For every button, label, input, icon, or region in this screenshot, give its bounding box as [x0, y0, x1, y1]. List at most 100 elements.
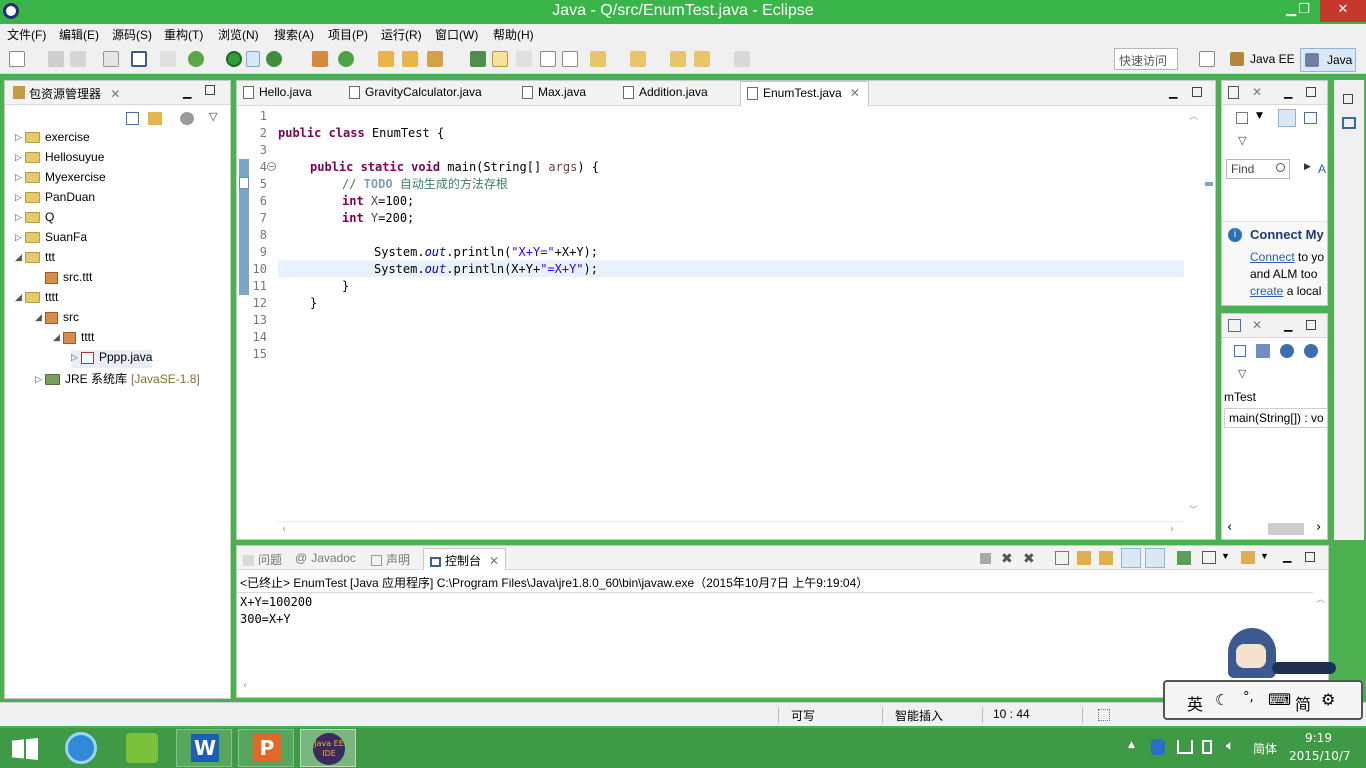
network-icon[interactable] [1177, 740, 1193, 754]
ime-english-mode[interactable]: 英 [1187, 691, 1203, 715]
menu-window[interactable]: 窗口(W) [435, 26, 478, 43]
outline-method[interactable]: main(String[]) : vo [1224, 408, 1328, 428]
console-tab[interactable]: 控制台 ✕ [423, 548, 507, 570]
block-select-icon[interactable] [516, 51, 532, 67]
tree-item[interactable]: ◢ src [35, 310, 79, 328]
expand-arrow-icon[interactable]: ▷ [71, 352, 81, 363]
dropdown-arrow-icon[interactable]: ▼ [1256, 111, 1263, 121]
next-annotation-icon[interactable] [590, 51, 606, 67]
quick-access-input[interactable]: 快速访问 [1114, 48, 1178, 70]
close-tab-icon[interactable]: ✕ [489, 554, 499, 568]
search-tool-icon[interactable] [427, 51, 443, 67]
scroll-right-icon[interactable]: › [1316, 520, 1321, 535]
menu-source[interactable]: 源码(S) [112, 26, 152, 43]
run-dropdown-icon[interactable] [246, 51, 260, 67]
expand-arrow-icon[interactable]: ▷ [15, 232, 25, 243]
terminal-icon[interactable] [131, 51, 147, 67]
tree-item[interactable]: ▷ SuanFa [15, 230, 87, 248]
binary-icon[interactable] [103, 51, 119, 67]
menu-run[interactable]: 运行(R) [381, 26, 422, 43]
filter-icon[interactable] [180, 112, 194, 125]
tree-item[interactable]: src.ttt [35, 270, 92, 288]
dropdown-arrow-icon[interactable]: ▼ [1221, 551, 1230, 561]
maximize-view-icon[interactable] [1306, 320, 1316, 330]
scroll-left-icon[interactable]: ‹ [282, 524, 286, 535]
tree-item[interactable]: ▷ exercise [15, 130, 90, 148]
tree-item[interactable]: ▷ Pppp.java [71, 350, 153, 368]
show-whitespace-icon[interactable] [540, 51, 556, 67]
scroll-down-icon[interactable]: ﹀ [1189, 503, 1198, 516]
collapse-icon[interactable] [1304, 112, 1317, 124]
windows-start-icon[interactable] [12, 738, 38, 760]
last-edit-icon[interactable] [670, 51, 686, 67]
scroll-thumb[interactable] [1268, 523, 1304, 535]
expand-arrow-icon[interactable]: ▷ [15, 212, 25, 223]
new-server-icon[interactable] [312, 51, 328, 67]
open-type-icon[interactable] [378, 51, 394, 67]
view-menu-icon[interactable]: ▽ [1238, 367, 1246, 380]
close-tab-icon[interactable]: ✕ [850, 86, 860, 100]
tree-item[interactable]: ▷ Q [15, 210, 54, 228]
scroll-left-icon[interactable]: ‹ [1227, 520, 1232, 535]
task-list-icon[interactable] [1228, 86, 1239, 99]
tab-addition-java[interactable]: Addition.java [617, 81, 716, 105]
close-tab-icon[interactable]: ✕ [1252, 85, 1262, 99]
horizontal-scrollbar[interactable]: ‹ › [278, 521, 1184, 539]
ime-simplified[interactable]: 简 [1295, 691, 1311, 715]
menu-edit[interactable]: 编辑(E) [59, 26, 99, 43]
console-output[interactable]: X+Y=100200 300=X+Y [237, 592, 1313, 680]
tree-item[interactable]: ▷ Myexercise [15, 170, 106, 188]
collapse-all-icon[interactable] [1234, 345, 1246, 357]
perspective-java[interactable]: Java [1300, 48, 1356, 72]
save-all-icon[interactable] [70, 51, 86, 67]
display-console-icon[interactable] [1202, 551, 1216, 564]
tree-item[interactable]: ◢ tttt [15, 290, 58, 308]
outline-class[interactable]: mTest [1224, 390, 1256, 404]
console-hscrollbar[interactable]: ‹ [237, 680, 1313, 697]
expand-arrow-icon[interactable]: ▷ [15, 152, 25, 163]
expand-arrow-icon[interactable]: ◢ [53, 332, 63, 343]
show-hidden-icons[interactable]: ▲ [1128, 740, 1135, 750]
menu-file[interactable]: 文件(F) [7, 26, 46, 43]
minimize-editor-icon[interactable]: ▁ [1169, 86, 1177, 99]
javadoc-tab[interactable]: @ Javadoc [295, 551, 356, 565]
maximize-view-icon[interactable] [1305, 552, 1315, 562]
restore-icon[interactable] [1343, 94, 1353, 104]
clear-console-icon[interactable] [1055, 551, 1069, 565]
network-shield-icon[interactable] [1151, 739, 1165, 755]
ie-icon[interactable] [65, 732, 97, 764]
outline-hscrollbar[interactable]: ‹ › [1222, 520, 1327, 538]
open-console-icon[interactable] [1241, 551, 1255, 564]
menu-search[interactable]: 搜索(A) [274, 26, 314, 43]
new-java-icon[interactable] [338, 51, 354, 67]
terminate-icon[interactable] [980, 553, 991, 564]
overview-marker[interactable] [1205, 182, 1213, 186]
scroll-up-icon[interactable]: ︿ [1316, 592, 1325, 605]
keyboard-icon[interactable]: ⌨ [1268, 690, 1291, 709]
battery-icon[interactable] [1202, 740, 1212, 754]
scroll-left-icon[interactable]: ‹ [243, 680, 247, 691]
expand-arrow-icon[interactable]: ▷ [15, 132, 25, 143]
mark-occurrences-icon[interactable] [492, 51, 508, 67]
remove-all-icon[interactable]: ✖ [1023, 550, 1035, 567]
close-tab-icon[interactable]: ✕ [110, 87, 120, 101]
taskbar-wps-writer[interactable]: W [176, 729, 232, 767]
expand-arrow-icon[interactable]: ◢ [15, 292, 25, 303]
coverage-icon[interactable] [266, 51, 282, 67]
collapse-all-icon[interactable] [126, 112, 139, 125]
forward-icon[interactable] [734, 51, 750, 67]
volume-icon[interactable]: 🔈︎ [1226, 738, 1234, 754]
hide-static-icon[interactable] [1304, 344, 1318, 358]
tab-enumtest-java[interactable]: EnumTest.java ✕ [740, 81, 869, 106]
scroll-up-icon[interactable]: ︿ [1189, 109, 1198, 122]
scroll-right-icon[interactable]: › [1170, 524, 1174, 535]
play-arrow-icon[interactable]: ▶ [1304, 162, 1311, 172]
side-view-icon[interactable] [1342, 117, 1356, 129]
tab-max-java[interactable]: Max.java [516, 81, 594, 105]
clock-time[interactable]: 9:19 [1305, 731, 1332, 745]
skip-breakpoints-icon[interactable] [160, 51, 176, 67]
show-stdout-icon[interactable] [1121, 548, 1141, 568]
tree-item[interactable]: ▷ PanDuan [15, 190, 95, 208]
view-menu-icon[interactable]: ▽ [1238, 134, 1246, 147]
menu-refactor[interactable]: 重构(T) [164, 26, 203, 43]
